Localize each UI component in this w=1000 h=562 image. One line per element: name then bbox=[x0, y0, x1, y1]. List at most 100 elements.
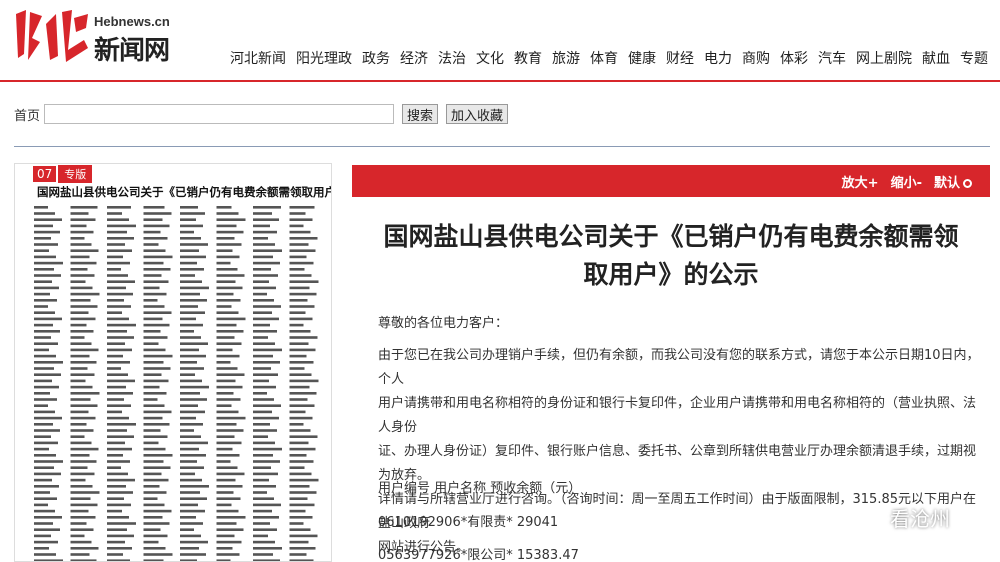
paper-text-line bbox=[107, 379, 135, 383]
paper-text-line bbox=[34, 249, 49, 252]
paper-text-line bbox=[216, 553, 240, 556]
paper-text-line bbox=[216, 441, 242, 445]
paper-text-line bbox=[180, 485, 209, 488]
paper-text-line bbox=[289, 336, 318, 339]
paper-text-line bbox=[143, 336, 168, 339]
paper-text-line bbox=[289, 522, 304, 525]
default-size-button[interactable]: 默认 bbox=[934, 172, 972, 191]
nav-item[interactable]: 文化 bbox=[466, 48, 504, 68]
paper-text-line bbox=[289, 398, 308, 401]
nav-item[interactable]: 汽车 bbox=[808, 48, 846, 68]
paper-text-line bbox=[216, 354, 240, 358]
paper-text-line bbox=[180, 261, 197, 265]
paper-text-line bbox=[216, 261, 231, 265]
paper-text-line bbox=[70, 348, 99, 352]
paper-text-line bbox=[70, 230, 94, 234]
paper-text-columns bbox=[34, 206, 319, 561]
paper-text-line bbox=[34, 509, 55, 513]
nav-item[interactable]: 旅游 bbox=[542, 48, 580, 68]
paper-text-line bbox=[107, 323, 136, 327]
paper-text-line bbox=[143, 429, 161, 432]
wechat-icon bbox=[844, 505, 881, 530]
paper-text-line bbox=[289, 460, 314, 463]
nav-item[interactable]: 献血 bbox=[912, 48, 950, 68]
paper-text-line bbox=[143, 348, 166, 352]
paper-text-line bbox=[34, 423, 53, 426]
nav-item[interactable]: 经济 bbox=[390, 48, 428, 68]
nav-item[interactable]: 网上剧院 bbox=[846, 48, 912, 68]
paper-text-line bbox=[180, 218, 196, 221]
nav-item[interactable]: 商购 bbox=[732, 48, 770, 68]
nav-item[interactable]: 财经 bbox=[656, 48, 694, 68]
paper-text-line bbox=[253, 416, 279, 420]
paper-text-line bbox=[216, 472, 245, 476]
paper-text-line bbox=[34, 311, 55, 314]
paper-text-line bbox=[253, 317, 279, 321]
paper-text-line bbox=[34, 243, 58, 246]
paper-text-line bbox=[107, 478, 135, 482]
paper-text-line bbox=[180, 528, 194, 531]
paper-text-line bbox=[180, 305, 198, 308]
paper-text-line bbox=[70, 261, 97, 265]
newspaper-thumbnail[interactable]: 07 专版 国网盐山县供电公司关于《已销户仍有电费余额需领取用户》的公示 bbox=[14, 163, 332, 562]
paper-text-line bbox=[180, 385, 209, 389]
nav-item[interactable]: 专题 bbox=[950, 48, 988, 68]
nav-item[interactable]: 体彩 bbox=[770, 48, 808, 68]
paper-text-line bbox=[253, 528, 277, 531]
zoom-out-button[interactable]: 缩小- bbox=[891, 172, 922, 191]
nav-item[interactable]: 河北新闻 bbox=[220, 48, 286, 68]
paper-text-line bbox=[253, 336, 268, 339]
nav-item[interactable]: 政务 bbox=[352, 48, 390, 68]
paper-text-line bbox=[143, 373, 162, 376]
nav-item[interactable]: 法治 bbox=[428, 48, 466, 68]
paper-text-line bbox=[216, 212, 239, 215]
paper-text-line bbox=[107, 367, 121, 370]
paper-text-line bbox=[180, 441, 208, 445]
search-input[interactable] bbox=[44, 104, 395, 124]
paper-text-line bbox=[107, 261, 130, 265]
paper-text-line bbox=[143, 392, 167, 395]
paper-text-line bbox=[34, 410, 55, 414]
paper-text-line bbox=[107, 410, 122, 414]
paper-text-line bbox=[253, 224, 270, 228]
paper-text-line bbox=[34, 224, 53, 228]
paper-text-line bbox=[289, 224, 304, 228]
paper-text-line bbox=[107, 404, 131, 407]
paper-text-line bbox=[180, 447, 199, 451]
paper-text-line bbox=[34, 323, 53, 327]
add-favorite-button[interactable]: 加入收藏 bbox=[446, 104, 509, 124]
paper-text-line bbox=[107, 466, 121, 469]
paper-text-line bbox=[34, 503, 48, 507]
paper-text-line bbox=[289, 243, 309, 246]
paper-text-line bbox=[253, 218, 279, 221]
search-button[interactable]: 搜索 bbox=[402, 104, 439, 124]
paper-text-line bbox=[70, 435, 85, 438]
watermark: 看沧州 bbox=[842, 503, 950, 532]
paper-text-line bbox=[70, 224, 87, 228]
paper-text-line bbox=[34, 261, 63, 265]
paper-text-line bbox=[143, 261, 164, 265]
paper-text-line bbox=[143, 237, 168, 240]
nav-item[interactable]: 教育 bbox=[504, 48, 542, 68]
paper-text-line bbox=[70, 516, 96, 519]
zoom-in-button[interactable]: 放大+ bbox=[842, 172, 879, 191]
nav-item[interactable]: 健康 bbox=[618, 48, 656, 68]
nav-item[interactable]: 阳光理政 bbox=[286, 48, 352, 68]
paper-text-line bbox=[34, 354, 56, 358]
paper-text-line bbox=[253, 522, 270, 525]
nav-item[interactable]: 体育 bbox=[580, 48, 618, 68]
nav-item[interactable]: 电力 bbox=[694, 48, 732, 68]
paper-text-line bbox=[216, 348, 233, 352]
search-bar: 首页 搜索 加入收藏 bbox=[14, 104, 509, 124]
paper-text-line bbox=[289, 547, 316, 550]
home-link[interactable]: 首页 bbox=[14, 105, 40, 124]
paper-text-line bbox=[70, 379, 86, 383]
main-nav: 河北新闻 阳光理政 政务 经济 法治 文化 教育 旅游 体育 健康 财经 电力 商购 体彩 汽车 网上剧院 献血… bbox=[220, 48, 988, 68]
paper-text-line bbox=[289, 249, 316, 252]
paper-text-line bbox=[180, 429, 194, 432]
paper-text-line bbox=[70, 540, 92, 544]
reset-icon bbox=[963, 178, 972, 188]
site-logo[interactable]: Hebnews.cn 新闻网 bbox=[10, 4, 180, 66]
paper-text-line bbox=[289, 423, 304, 426]
paper-text-line bbox=[289, 553, 307, 556]
